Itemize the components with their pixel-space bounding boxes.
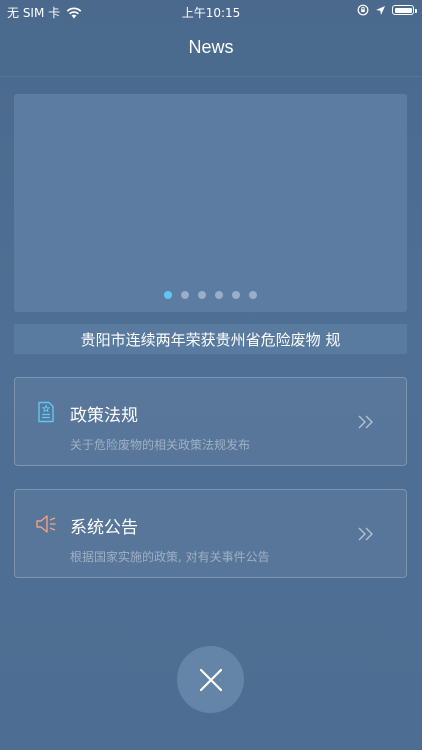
carousel-dot[interactable] [215,291,223,299]
policy-card[interactable]: 政策法规 关于危险废物的相关政策法规发布 [14,377,407,466]
location-arrow-icon [376,5,385,15]
card-title: 系统公告 [70,518,138,538]
announcement-card[interactable]: 系统公告 根据国家实施的政策, 对有关事件公告 [14,489,407,578]
nav-bar: News [0,24,422,77]
carousel-dot[interactable] [198,291,206,299]
carousel-dot[interactable] [249,291,257,299]
status-bar: 无 SIM 卡 上午10:15 [0,0,422,24]
double-chevron-right-icon [358,415,373,429]
close-icon [199,668,222,691]
speaker-icon [36,515,56,533]
page-title: News [188,37,234,57]
policy-document-icon [38,401,54,423]
card-description: 根据国家实施的政策, 对有关事件公告 [70,550,270,564]
carousel-dot[interactable] [181,291,189,299]
status-right [357,4,417,16]
carousel-dot[interactable] [232,291,240,299]
close-button[interactable] [177,646,244,713]
banner-carousel[interactable] [14,94,407,312]
carousel-pagination [14,291,407,299]
orientation-lock-icon [357,4,369,16]
card-description: 关于危险废物的相关政策法规发布 [70,438,251,452]
card-title: 政策法规 [70,406,138,426]
news-headline[interactable]: 贵阳市连续两年荣获贵州省危险废物 规 [14,324,407,354]
double-chevron-right-icon [358,527,373,541]
battery-icon [392,5,417,15]
carousel-dot[interactable] [164,291,172,299]
